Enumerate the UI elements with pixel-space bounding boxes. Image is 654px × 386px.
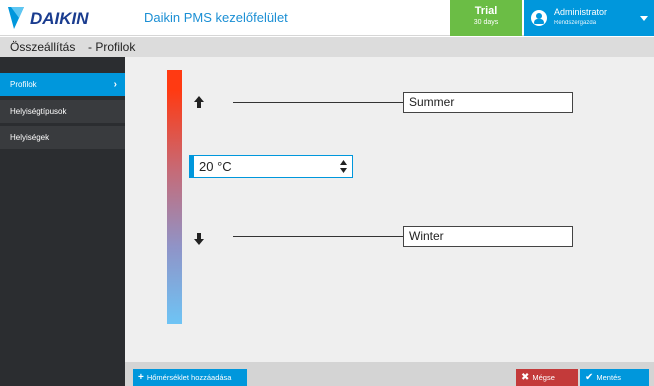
summer-connector-line — [233, 102, 403, 103]
temperature-select[interactable]: 20 °C — [189, 155, 353, 178]
spinner-icon[interactable] — [340, 160, 347, 173]
header: DAIKIN Daikin PMS kezelőfelület Trial 30… — [0, 0, 654, 36]
arrow-down-icon — [194, 233, 204, 245]
sidebar-item-profiles[interactable]: Profilok › — [0, 73, 125, 97]
breadcrumb-current: - Profilok — [88, 40, 136, 54]
winter-connector-line — [233, 236, 403, 237]
trial-badge: Trial 30 days — [450, 0, 522, 36]
sidebar-item-room-types[interactable]: Helyiségtípusok — [0, 100, 125, 124]
breadcrumb-root[interactable]: Összeállítás — [10, 40, 75, 54]
plus-icon: + — [138, 372, 144, 383]
add-temperature-label: Hőmérséklet hozzáadása — [146, 373, 232, 382]
sidebar: Profilok › Helyiségtípusok Helyiségek — [0, 57, 125, 386]
winter-label-field[interactable]: Winter — [403, 226, 573, 247]
trial-days: 30 days — [473, 19, 499, 26]
breadcrumb: Összeállítás - Profilok — [0, 37, 654, 57]
check-icon: ✔ — [585, 372, 594, 383]
user-name: Administrator — [554, 7, 608, 17]
summer-label-field[interactable]: Summer — [403, 92, 573, 113]
chevron-right-icon: › — [113, 79, 117, 90]
sidebar-item-label: Helyiségtípusok — [10, 107, 67, 116]
daikin-logo: DAIKIN — [8, 7, 89, 29]
arrow-up-icon — [194, 96, 204, 108]
trial-label: Trial — [474, 5, 498, 17]
close-icon: ✖ — [521, 372, 530, 383]
save-label: Mentés — [596, 373, 621, 382]
app-title: Daikin PMS kezelőfelület — [144, 10, 288, 25]
sidebar-item-rooms[interactable]: Helyiségek — [0, 126, 125, 150]
cancel-label: Mégse — [532, 373, 555, 382]
temperature-gradient-bar — [167, 70, 182, 324]
user-menu[interactable]: Administrator Rendszergazda — [524, 0, 654, 36]
user-role: Rendszergazda — [554, 20, 597, 26]
add-temperature-button[interactable]: + Hőmérséklet hozzáadása — [133, 369, 247, 386]
save-button[interactable]: ✔ Mentés — [580, 369, 649, 386]
logo-text: DAIKIN — [30, 9, 89, 28]
temperature-value: 20 °C — [199, 159, 232, 174]
cancel-button[interactable]: ✖ Mégse — [516, 369, 578, 386]
chevron-down-icon — [640, 16, 648, 21]
sidebar-item-label: Helyiségek — [10, 133, 50, 142]
user-icon — [531, 10, 547, 26]
sidebar-item-label: Profilok — [10, 80, 37, 89]
